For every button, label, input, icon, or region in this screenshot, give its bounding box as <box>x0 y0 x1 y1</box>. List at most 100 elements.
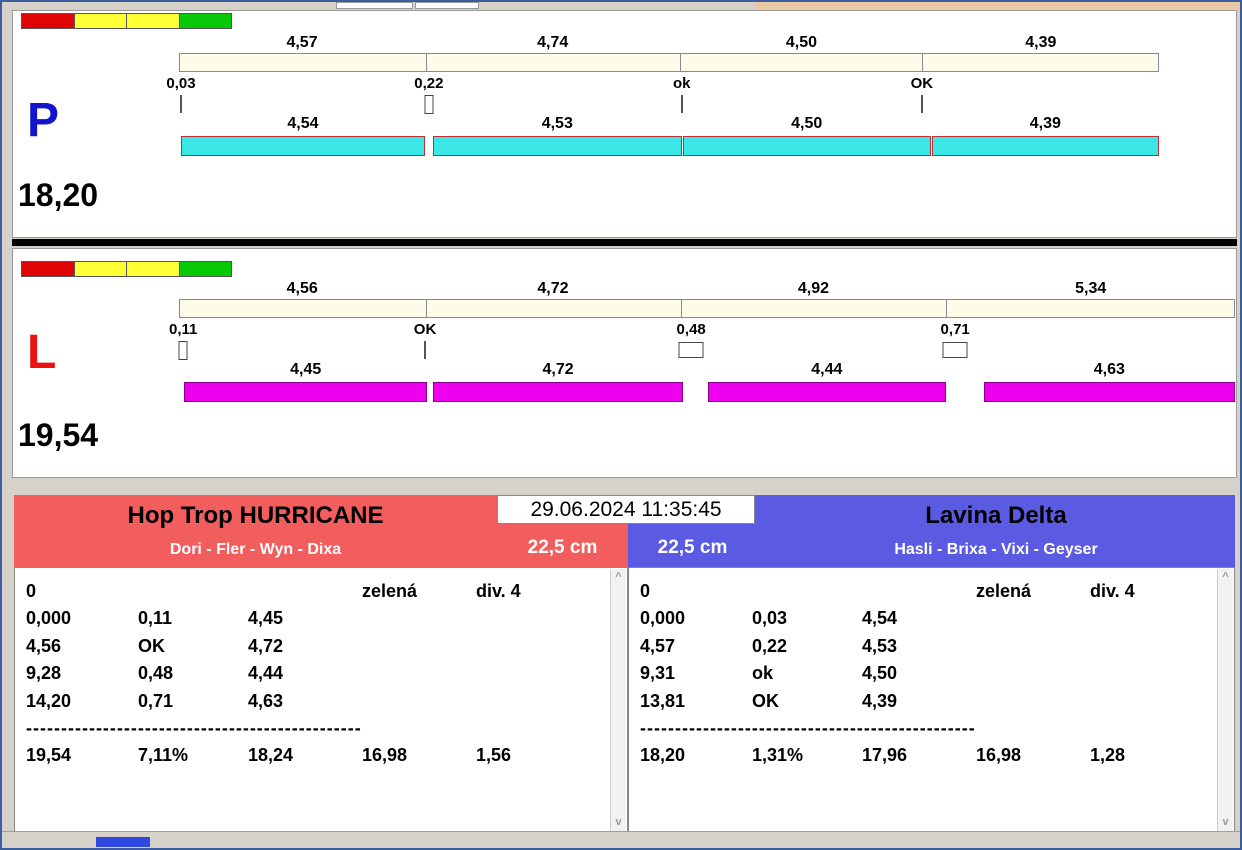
lane-track: 4,56 4,72 4,92 5,34 0,11 OK 0,48 0,71 4,45 4,72… <box>169 249 1235 477</box>
scrollbar[interactable]: ^ v <box>610 569 626 831</box>
jump-height: 22,5 cm <box>527 537 598 558</box>
status-light <box>74 262 127 276</box>
table-cell: OK <box>138 635 165 656</box>
table-divider: ----------------------------------------… <box>640 717 976 738</box>
table-cell: 9,31 <box>640 663 676 684</box>
exchange-label: 0,71 <box>940 321 970 338</box>
bar-segment <box>180 136 425 156</box>
table-row: 0 zelená div. 4 <box>629 578 1218 605</box>
lane-panel-l: L 19,54 4,56 4,72 4,92 5,34 0,11 OK 0,48 0,71 … <box>12 248 1237 478</box>
table-cell: 16,98 <box>362 745 408 766</box>
table-cell: 4,45 <box>248 608 284 629</box>
table-cell <box>1090 633 1218 660</box>
bar-divider <box>680 300 682 317</box>
scroll-up-icon[interactable]: ^ <box>611 572 626 583</box>
split-time: 4,39 <box>1029 115 1061 132</box>
table-cell: 7,11% <box>138 745 189 766</box>
scrollbar[interactable]: ^ v <box>1217 569 1233 831</box>
table-row: 14,20 0,71 4,63 <box>15 688 611 715</box>
table-cell <box>476 605 611 632</box>
team-dogs: Dori - Fler - Wyn - Dixa <box>169 541 342 558</box>
table-cell: 16,98 <box>976 745 1022 766</box>
bar-divider <box>945 300 947 317</box>
result-rows: 0 zelená div. 4 0,000 0,03 4,54 4,57 0,22 4,53 9,… <box>629 578 1218 832</box>
bar-divider <box>425 300 427 317</box>
table-cell: OK <box>752 690 779 711</box>
table-cell: 0,22 <box>752 635 788 656</box>
exchange-label: OK <box>910 75 934 92</box>
table-cell: 4,53 <box>862 635 898 656</box>
split-time: 4,50 <box>791 115 823 132</box>
bar-segment <box>708 382 946 402</box>
exchange-mark <box>424 341 427 359</box>
minimized-window-tab[interactable] <box>336 2 413 9</box>
table-row: 9,31 ok 4,50 <box>629 660 1218 687</box>
upper-time-bar <box>179 53 1159 72</box>
exchange-mark <box>179 95 182 113</box>
table-cell: 4,39 <box>862 690 898 711</box>
table-row: 0 zelená div. 4 <box>15 578 611 605</box>
table-row: 4,56 OK 4,72 <box>15 633 611 660</box>
split-time: 4,92 <box>797 280 830 297</box>
table-cell <box>1090 660 1218 687</box>
table-cell: 13,81 <box>640 690 686 711</box>
minimized-window-tab[interactable] <box>415 2 479 9</box>
team-name: Hop Trop HURRICANE <box>127 502 384 529</box>
result-table-left: 0 zelená div. 4 0,000 0,11 4,45 4,56 OK 4,72 9,28… <box>14 567 628 833</box>
table-cell: 0,11 <box>138 608 173 629</box>
bar-segment <box>682 136 931 156</box>
table-cell: 4,63 <box>248 690 284 711</box>
table-cell <box>752 578 862 605</box>
split-time: 4,72 <box>542 361 574 378</box>
split-time: 5,34 <box>1075 280 1107 297</box>
table-cell: 1,28 <box>1090 745 1126 766</box>
lane-total-time: 19,54 <box>18 417 99 453</box>
table-cell: zelená <box>362 581 418 601</box>
table-cell: 0,03 <box>752 608 788 629</box>
bar-segment <box>931 136 1159 156</box>
exchange-label: 0,48 <box>676 321 706 338</box>
result-rows: 0 zelená div. 4 0,000 0,11 4,45 4,56 OK 4,72 9,28… <box>15 578 611 832</box>
bar-divider <box>680 54 682 71</box>
scroll-up-icon[interactable]: ^ <box>1218 572 1233 583</box>
split-time: 4,74 <box>537 34 569 51</box>
status-light <box>127 14 180 28</box>
split-time: 4,44 <box>811 361 843 378</box>
table-divider: ----------------------------------------… <box>26 717 362 738</box>
split-time: 4,72 <box>537 280 569 297</box>
lower-split-values: 4,45 4,72 4,44 4,63 <box>179 361 1235 379</box>
table-row: 0,000 0,11 4,45 <box>15 605 611 632</box>
table-cell: 14,20 <box>26 690 72 711</box>
table-cell <box>362 688 476 715</box>
exchange-mark <box>942 342 968 358</box>
scroll-down-icon[interactable]: v <box>1218 817 1233 828</box>
exchange-label: OK <box>413 321 437 338</box>
bar-segment <box>983 382 1235 402</box>
split-time: 4,54 <box>287 115 319 132</box>
table-cell: 4,44 <box>248 663 284 684</box>
scroll-down-icon[interactable]: v <box>611 817 626 828</box>
exchange-mark <box>920 95 923 113</box>
table-row: 18,20 1,31% 17,96 16,98 1,28 <box>629 742 1218 769</box>
table-cell <box>362 660 476 687</box>
table-cell: 0,48 <box>138 663 174 684</box>
table-cell: 18,24 <box>248 745 294 766</box>
split-time: 4,45 <box>290 361 322 378</box>
split-time: 4,50 <box>785 34 818 51</box>
table-cell: 1,56 <box>476 745 512 766</box>
exchange-labels: 0,11 OK 0,48 0,71 <box>169 321 1235 339</box>
lane-panel-p: P 18,20 4,57 4,74 4,50 4,39 0,03 0,22 ok OK 4,… <box>12 10 1237 238</box>
exchange-marks <box>179 95 1159 114</box>
table-cell: 17,96 <box>862 745 908 766</box>
table-cell: 0,000 <box>26 608 72 629</box>
status-light <box>74 14 127 28</box>
table-cell: 0,71 <box>138 690 174 711</box>
exchange-mark <box>178 341 188 360</box>
status-light <box>22 14 75 28</box>
table-cell: 19,54 <box>26 745 72 766</box>
taskbar-item[interactable] <box>96 837 150 847</box>
bar-segment <box>433 382 683 402</box>
timestamp: 29.06.2024 11:35:45 <box>497 495 755 524</box>
table-cell <box>362 605 476 632</box>
lower-time-bar <box>179 136 1159 156</box>
